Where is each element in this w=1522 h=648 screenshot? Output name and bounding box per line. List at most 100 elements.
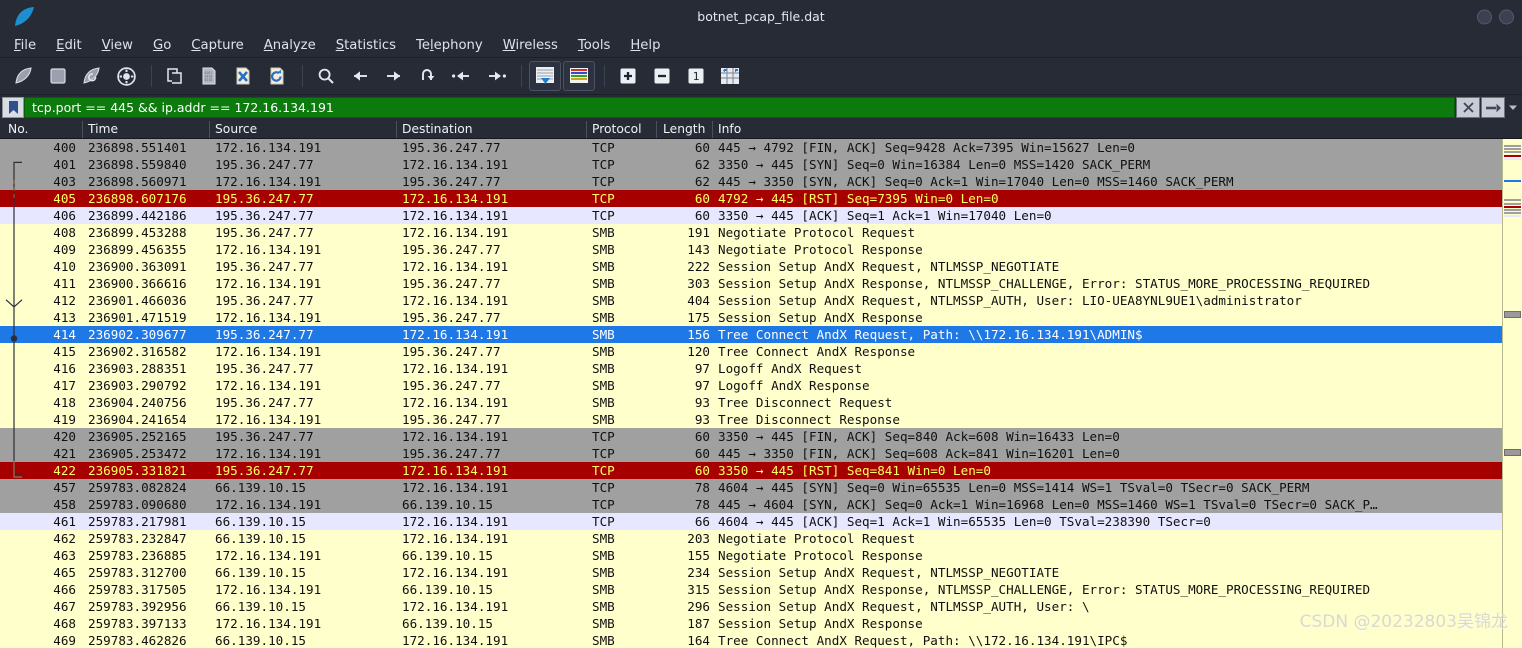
go-back-icon[interactable] — [344, 61, 376, 91]
column-header-time[interactable]: Time — [88, 122, 118, 136]
scrollbar-thumb[interactable] — [1504, 449, 1521, 456]
packet-row[interactable]: 416 236903.288351 195.36.247.77 172.16.134.… — [0, 360, 1502, 377]
packet-row[interactable]: 413 236901.471519 172.16.134.191 195.36.247… — [0, 309, 1502, 326]
column-divider[interactable] — [209, 121, 210, 138]
packet-row[interactable]: 458 259783.090680 172.16.134.191 66.139.10.… — [0, 496, 1502, 513]
packet-cell-src: 172.16.134.191 — [215, 412, 322, 427]
display-filter-input[interactable]: tcp.port == 445 && ip.addr == 172.16.134… — [24, 97, 1455, 118]
close-button[interactable] — [1499, 9, 1514, 24]
column-header-info[interactable]: Info — [718, 122, 741, 136]
menu-wireless[interactable]: Wireless — [503, 38, 558, 53]
packet-row[interactable]: 410 236900.363091 195.36.247.77 172.16.134.… — [0, 258, 1502, 275]
menu-tools[interactable]: Tools — [578, 38, 610, 53]
zoom-in-icon[interactable] — [612, 61, 644, 91]
chevron-down-icon[interactable] — [1506, 97, 1520, 118]
apply-filter-icon[interactable] — [1481, 97, 1505, 118]
packet-row[interactable]: 418 236904.240756 195.36.247.77 172.16.134.… — [0, 394, 1502, 411]
packet-row[interactable]: 422 236905.331821 195.36.247.77 172.16.134.… — [0, 462, 1502, 479]
packet-row[interactable]: 409 236899.456355 172.16.134.191 195.36.247… — [0, 241, 1502, 258]
go-forward-icon[interactable] — [378, 61, 410, 91]
packet-cell-len: 93 — [694, 412, 710, 427]
packet-row[interactable]: 406 236899.442186 195.36.247.77 172.16.134.… — [0, 207, 1502, 224]
column-header-destination[interactable]: Destination — [402, 122, 473, 136]
menu-capture[interactable]: Capture — [191, 38, 243, 53]
packet-row[interactable]: 405 236898.607176 195.36.247.77 172.16.134.… — [0, 190, 1502, 207]
packet-cell-len: 303 — [687, 276, 710, 291]
go-to-packet-icon[interactable] — [412, 61, 444, 91]
packet-row[interactable]: 463 259783.236885 172.16.134.191 66.139.10.… — [0, 547, 1502, 564]
packet-row[interactable]: 466 259783.317505 172.16.134.191 66.139.10.… — [0, 581, 1502, 598]
reload-file-icon[interactable] — [261, 61, 293, 91]
go-to-first-icon[interactable] — [446, 61, 478, 91]
packet-row[interactable]: 401 236898.559840 195.36.247.77 172.16.134.… — [0, 156, 1502, 173]
packet-row[interactable]: 461 259783.217981 66.139.10.15 172.16.134.1… — [0, 513, 1502, 530]
clear-filter-icon[interactable] — [1456, 97, 1480, 118]
packet-cell-no: 422 — [53, 463, 76, 478]
packet-row[interactable]: 467 259783.392956 66.139.10.15 172.16.134.1… — [0, 598, 1502, 615]
menu-go[interactable]: Go — [153, 38, 171, 53]
column-divider[interactable] — [586, 121, 587, 138]
packet-row[interactable]: 421 236905.253472 172.16.134.191 195.36.247… — [0, 445, 1502, 462]
start-capture-icon[interactable] — [8, 61, 40, 91]
packet-row[interactable]: 457 259783.082824 66.139.10.15 172.16.134.1… — [0, 479, 1502, 496]
packet-row[interactable]: 420 236905.252165 195.36.247.77 172.16.134.… — [0, 428, 1502, 445]
packet-cell-time: 236904.241654 — [88, 412, 187, 427]
packet-cell-time: 236900.366616 — [88, 276, 187, 291]
save-file-icon[interactable]: 0101 1010 0110 — [193, 61, 225, 91]
menu-statistics[interactable]: Statistics — [336, 38, 396, 53]
bookmark-icon[interactable] — [2, 97, 24, 118]
packet-row[interactable]: 419 236904.241654 172.16.134.191 195.36.247… — [0, 411, 1502, 428]
capture-options-icon[interactable] — [110, 61, 142, 91]
packet-cell-no: 421 — [53, 446, 76, 461]
column-header-protocol[interactable]: Protocol — [592, 122, 642, 136]
packet-cell-dst: 172.16.134.191 — [402, 327, 509, 342]
packet-cell-no: 410 — [53, 259, 76, 274]
open-file-icon[interactable] — [159, 61, 191, 91]
packet-row[interactable]: 465 259783.312700 66.139.10.15 172.16.134.1… — [0, 564, 1502, 581]
go-to-last-icon[interactable] — [480, 61, 512, 91]
packet-cell-info: 4604 → 445 [ACK] Seq=1 Ack=1 Win=65535 L… — [718, 514, 1211, 529]
zoom-out-icon[interactable] — [646, 61, 678, 91]
column-divider[interactable] — [712, 121, 713, 138]
minimize-button[interactable] — [1477, 9, 1492, 24]
stop-capture-icon[interactable] — [42, 61, 74, 91]
menu-view[interactable]: View — [102, 38, 133, 53]
column-divider[interactable] — [82, 121, 83, 138]
zoom-reset-icon[interactable]: 1 — [680, 61, 712, 91]
column-divider[interactable] — [656, 121, 657, 138]
column-header-length[interactable]: Length — [663, 122, 705, 136]
resize-columns-icon[interactable] — [714, 61, 746, 91]
menu-analyze[interactable]: Analyze — [264, 38, 316, 53]
colorize-icon[interactable] — [563, 61, 595, 91]
scrollbar-thumb[interactable] — [1504, 311, 1521, 318]
scrollbar-tick — [1504, 164, 1521, 167]
packet-row[interactable]: 462 259783.232847 66.139.10.15 172.16.134.1… — [0, 530, 1502, 547]
packet-cell-len: 93 — [694, 395, 710, 410]
menu-file[interactable]: File — [14, 38, 36, 53]
close-file-icon[interactable] — [227, 61, 259, 91]
packet-row[interactable]: 414 236902.309677 195.36.247.77 172.16.134.… — [0, 326, 1502, 343]
column-divider[interactable] — [396, 121, 397, 138]
packet-row[interactable]: 412 236901.466036 195.36.247.77 172.16.134.… — [0, 292, 1502, 309]
packet-row[interactable]: 411 236900.366616 172.16.134.191 195.36.247… — [0, 275, 1502, 292]
menu-help[interactable]: Help — [630, 38, 660, 53]
packet-list-scrollbar[interactable] — [1502, 139, 1522, 648]
packet-row[interactable]: 468 259783.397133 172.16.134.191 66.139.10.… — [0, 615, 1502, 632]
packet-row[interactable]: 417 236903.290792 172.16.134.191 195.36.247… — [0, 377, 1502, 394]
packet-cell-len: 60 — [694, 208, 710, 223]
packet-row[interactable]: 469 259783.462826 66.139.10.15 172.16.134.1… — [0, 632, 1502, 648]
packet-cell-time: 236898.560971 — [88, 174, 187, 189]
column-header-source[interactable]: Source — [215, 122, 257, 136]
menu-edit[interactable]: Edit — [56, 38, 82, 53]
find-packet-icon[interactable] — [310, 61, 342, 91]
toolbar-separator-2 — [302, 65, 303, 87]
packet-row[interactable]: 415 236902.316582 172.16.134.191 195.36.247… — [0, 343, 1502, 360]
restart-capture-icon[interactable] — [76, 61, 108, 91]
menu-telephony[interactable]: Telephony — [416, 38, 483, 53]
column-header-no[interactable]: No. — [8, 122, 28, 136]
packet-row[interactable]: 400 236898.551401 172.16.134.191 195.36.247… — [0, 139, 1502, 156]
auto-scroll-icon[interactable] — [529, 61, 561, 91]
packet-row[interactable]: 403 236898.560971 172.16.134.191 195.36.247… — [0, 173, 1502, 190]
packet-row[interactable]: 408 236899.453288 195.36.247.77 172.16.134.… — [0, 224, 1502, 241]
scrollbar-tick — [1504, 234, 1521, 237]
